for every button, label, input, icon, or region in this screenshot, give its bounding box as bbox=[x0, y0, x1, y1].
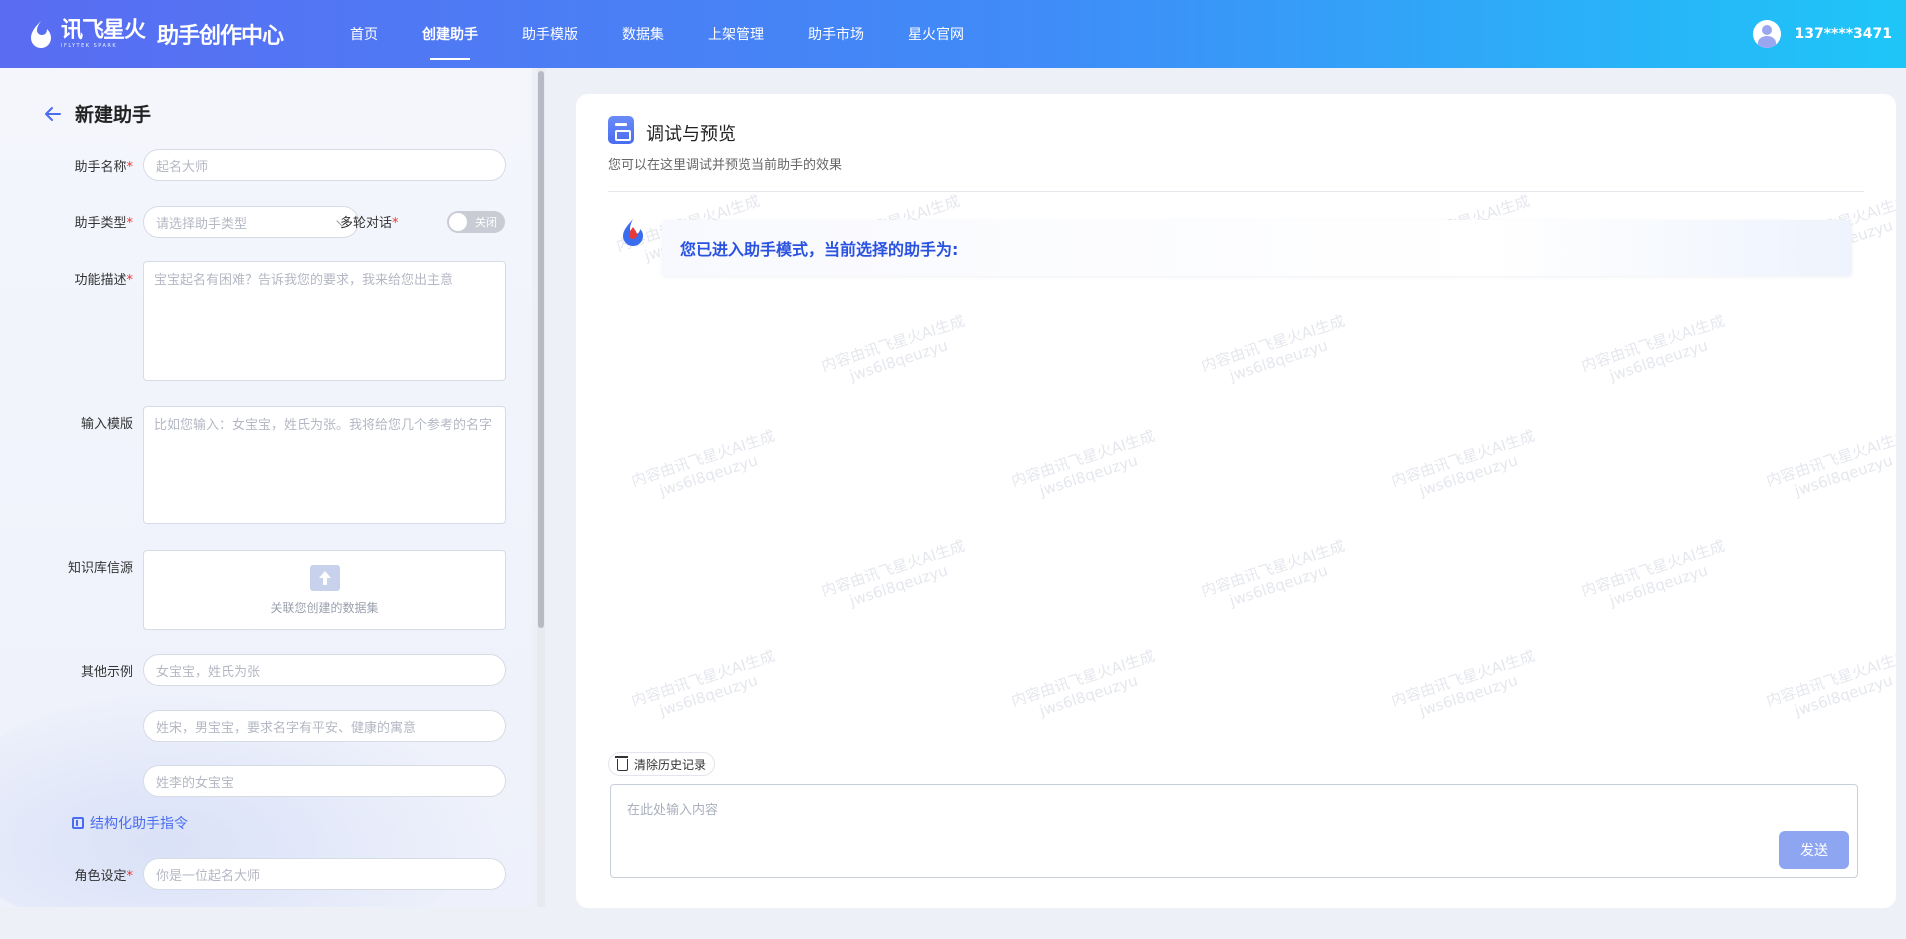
clear-history-label: 清除历史记录 bbox=[634, 757, 707, 772]
nav-spark-official-site[interactable]: 星火官网 bbox=[908, 0, 964, 68]
logo-sub: IFLYTEK SPARK bbox=[61, 42, 118, 49]
watermark: 内容由讯飞星火AI生成jws6l8qeuzyu bbox=[1389, 427, 1542, 507]
name-label: 助手名称* bbox=[33, 156, 133, 175]
debug-preview-panel: 内容由讯飞星火AI生成 jws6l8qeuzyu 内容由讯飞星火AI生成 jws6l… bbox=[576, 94, 1896, 908]
iflytek-logo-icon bbox=[26, 19, 56, 49]
multi-turn-label-text: 多轮对话 bbox=[340, 216, 393, 231]
knowledge-dataset-upload[interactable]: 关联您创建的数据集 bbox=[143, 550, 506, 630]
watermark: 内容由讯飞星火AI生成jws6l8qeuzyu bbox=[629, 427, 782, 507]
trash-icon bbox=[615, 756, 628, 771]
role-label: 角色设定* bbox=[33, 865, 133, 884]
nav-datasets[interactable]: 数据集 bbox=[622, 0, 664, 68]
watermark: 内容由讯飞星火AI生成jws6l8qeuzyu bbox=[1199, 537, 1352, 617]
desc-label: 功能描述* bbox=[33, 269, 133, 288]
required-mark: * bbox=[392, 216, 399, 231]
watermark: 内容由讯飞星火AI生成jws6l8qeuzyu bbox=[1009, 427, 1162, 507]
page-title: 新建助手 bbox=[75, 104, 152, 126]
example-input-3[interactable]: 姓李的女宝宝 bbox=[143, 765, 506, 797]
role-label-text: 角色设定 bbox=[74, 869, 127, 884]
form-scrollbar[interactable] bbox=[537, 68, 545, 907]
template-label: 输入模版 bbox=[80, 417, 133, 432]
multi-turn-toggle[interactable]: 关闭 bbox=[447, 211, 505, 233]
examples-label: 其他示例 bbox=[80, 665, 133, 680]
function-description-textarea[interactable]: 宝宝起名有困难？告诉我您的要求，我来给您出主意 bbox=[143, 261, 506, 381]
user-menu[interactable]: 137****3471 bbox=[1752, 0, 1892, 68]
chat-input-box[interactable]: 在此处输入内容 发送 bbox=[610, 784, 1858, 878]
type-label-text: 助手类型 bbox=[74, 216, 127, 231]
back-arrow-icon[interactable] bbox=[44, 105, 62, 123]
preview-title: 调试与预览 bbox=[646, 124, 736, 145]
desc-label-text: 功能描述 bbox=[74, 273, 127, 288]
main-nav: 首页 创建助手 助手模版 数据集 上架管理 助手市场 星火官网 bbox=[350, 0, 1008, 68]
bot-message-text: 您已进入助手模式，当前选择的助手为: bbox=[680, 240, 959, 259]
scrollbar-thumb[interactable] bbox=[538, 71, 544, 628]
chat-input-placeholder: 在此处输入内容 bbox=[627, 803, 719, 818]
role-setting-input[interactable]: 你是一位起名大师 bbox=[143, 858, 506, 890]
name-label-text: 助手名称 bbox=[74, 160, 127, 175]
toggle-state-text: 关闭 bbox=[475, 216, 497, 229]
preview-subtitle: 您可以在这里调试并预览当前助手的效果 bbox=[608, 158, 843, 173]
watermark: 内容由讯飞星火AI生成jws6l8qeuzyu bbox=[1009, 647, 1162, 727]
assistant-bot-icon bbox=[620, 218, 646, 246]
watermark: 内容由讯飞星火AI生成jws6l8qeuzyu bbox=[629, 647, 782, 727]
example-input-1[interactable]: 女宝宝，姓氏为张 bbox=[143, 654, 506, 686]
divider bbox=[608, 191, 1864, 192]
app-title: 助手创作中心 bbox=[157, 24, 284, 49]
assistant-name-input[interactable]: 起名大师 bbox=[143, 149, 506, 181]
watermark: 内容由讯飞星火AI生成jws6l8qeuzyu bbox=[1199, 312, 1352, 392]
watermark: 内容由讯飞星火AI生成jws6l8qeuzyu bbox=[819, 537, 972, 617]
user-avatar-icon[interactable] bbox=[1752, 20, 1781, 48]
toggle-knob bbox=[449, 213, 467, 231]
bot-message-bubble: 您已进入助手模式，当前选择的助手为: bbox=[662, 220, 1852, 276]
nav-create-assistant[interactable]: 创建助手 bbox=[422, 0, 478, 68]
watermark: 内容由讯飞星火AI生成jws6l8qeuzyu bbox=[1389, 647, 1542, 727]
knowledge-source-label: 知识库信源 bbox=[67, 561, 133, 576]
upload-hint: 关联您创建的数据集 bbox=[270, 600, 379, 615]
logo[interactable]: 讯飞星火 IFLYTEK SPARK 助手创作中心 bbox=[26, 18, 316, 50]
assistant-type-select[interactable]: 请选择助手类型 bbox=[143, 206, 359, 238]
send-button[interactable]: 发送 bbox=[1779, 831, 1849, 869]
watermark: 内容由讯飞星火AI生成jws6l8qeuzyu bbox=[1579, 312, 1732, 392]
username[interactable]: 137****3471 bbox=[1795, 26, 1892, 42]
structured-instructions-label: 结构化助手指令 bbox=[90, 816, 188, 832]
nav-home[interactable]: 首页 bbox=[350, 0, 378, 68]
structured-instructions-section[interactable]: 结构化助手指令 bbox=[72, 813, 188, 833]
example-input-2[interactable]: 姓宋，男宝宝，要求名字有平安、健康的寓意 bbox=[143, 710, 506, 742]
nav-listing-management[interactable]: 上架管理 bbox=[708, 0, 764, 68]
assistant-form-panel: 新建助手 助手名称* 起名大师 助手类型* 请选择助手类型 多轮对话* 关闭 功… bbox=[0, 68, 532, 907]
required-mark: * bbox=[126, 160, 134, 175]
logo-brand: 讯飞星火 bbox=[61, 17, 146, 43]
debug-preview-icon bbox=[608, 116, 634, 144]
top-nav-bar: 讯飞星火 IFLYTEK SPARK 助手创作中心 首页 创建助手 助手模版 数… bbox=[0, 0, 1906, 68]
logo-text: 讯飞星火 IFLYTEK SPARK bbox=[61, 17, 146, 49]
type-label: 助手类型* bbox=[33, 212, 133, 231]
watermark: 内容由讯飞星火AI生成jws6l8qeuzyu bbox=[1764, 427, 1896, 507]
required-mark: * bbox=[126, 869, 134, 884]
watermark: 内容由讯飞星火AI生成jws6l8qeuzyu bbox=[1764, 647, 1896, 727]
document-icon bbox=[72, 817, 84, 829]
watermark: 内容由讯飞星火AI生成jws6l8qeuzyu bbox=[819, 312, 972, 392]
multi-turn-label: 多轮对话* bbox=[340, 212, 440, 231]
watermark: 内容由讯飞星火AI生成jws6l8qeuzyu bbox=[1579, 537, 1732, 617]
nav-assistant-market[interactable]: 助手市场 bbox=[808, 0, 864, 68]
required-mark: * bbox=[126, 273, 134, 288]
nav-assistant-templates[interactable]: 助手模版 bbox=[522, 0, 578, 68]
upload-icon bbox=[309, 564, 340, 591]
input-template-textarea[interactable]: 比如您输入：女宝宝，姓氏为张。我将给您几个参考的名字 bbox=[143, 406, 506, 524]
clear-history-button[interactable]: 清除历史记录 bbox=[608, 752, 716, 776]
required-mark: * bbox=[126, 216, 134, 231]
type-select-placeholder: 请选择助手类型 bbox=[156, 216, 248, 232]
